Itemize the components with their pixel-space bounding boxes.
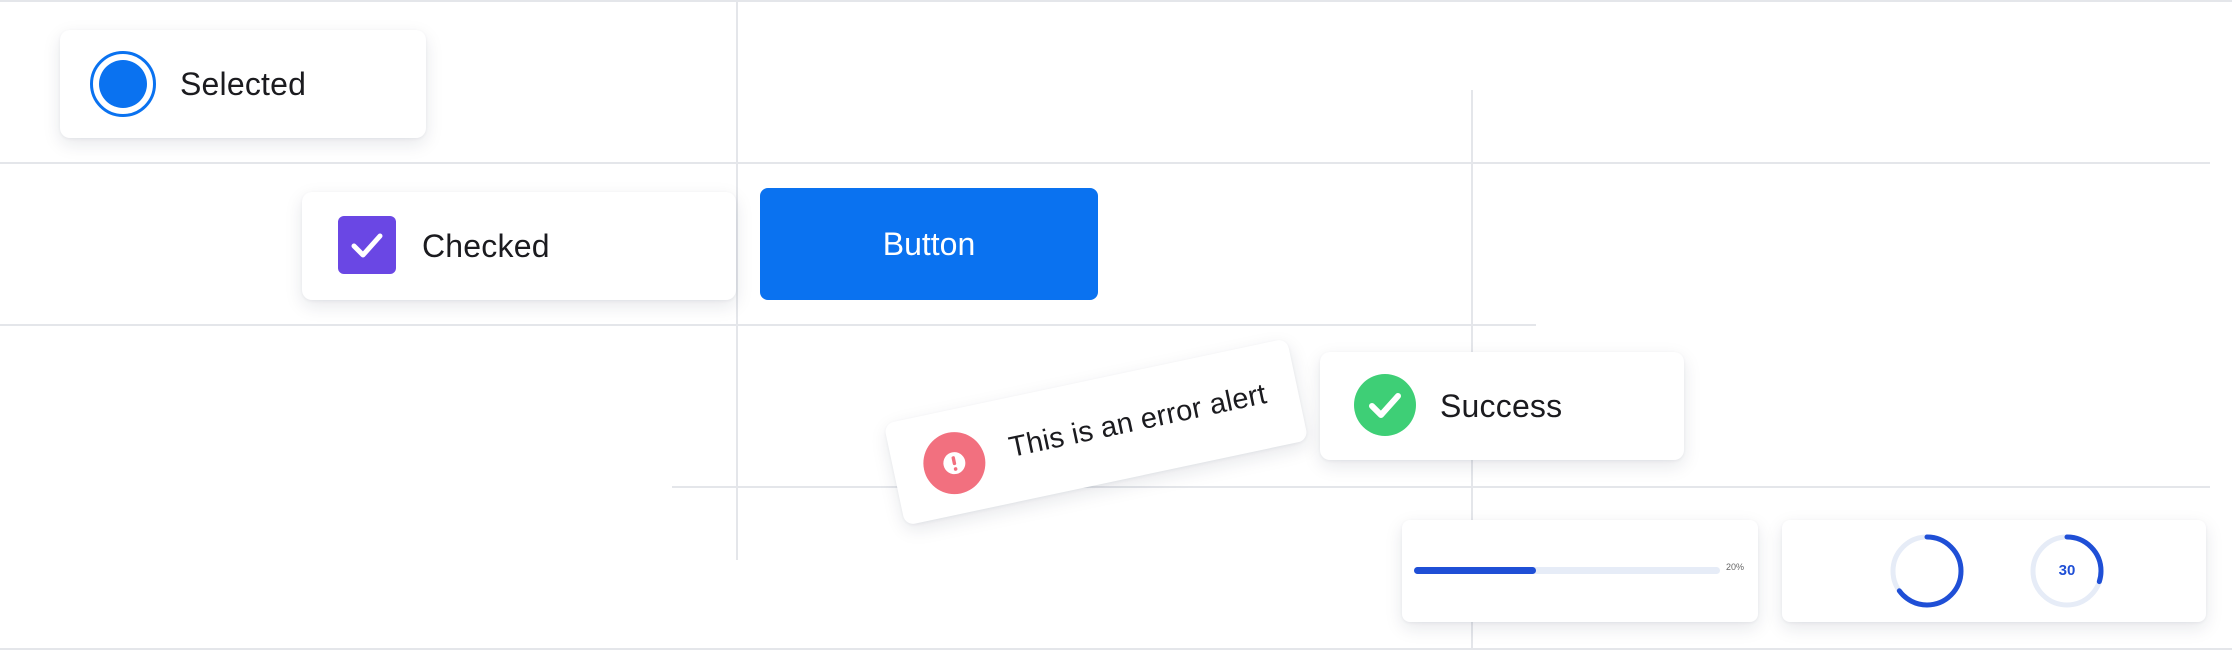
checkbox-option[interactable]: Checked xyxy=(302,192,736,300)
grid-line xyxy=(0,648,2232,650)
radio-selected-icon[interactable] xyxy=(90,51,156,117)
radio-dot xyxy=(99,60,147,108)
grid-line xyxy=(736,0,738,560)
checkbox-checked-icon[interactable] xyxy=(338,216,396,274)
exclamation-icon xyxy=(917,426,992,500)
error-alert: This is an error alert xyxy=(883,338,1309,526)
checkbox-label: Checked xyxy=(422,228,550,264)
radio-label: Selected xyxy=(180,66,307,102)
progress-label: 20% xyxy=(1726,562,1745,572)
circular-progress-card: 30 xyxy=(1782,520,2206,622)
progress-track xyxy=(1414,567,1720,574)
grid-line xyxy=(0,162,2210,164)
radio-option[interactable]: Selected xyxy=(60,30,426,138)
circular-progress-label: 30 xyxy=(2058,562,2076,579)
grid-line xyxy=(0,324,1536,326)
circular-spinner xyxy=(1890,534,1964,608)
check-circle-icon xyxy=(1354,374,1416,436)
error-alert-text: This is an error alert xyxy=(1006,378,1270,464)
success-alert-text: Success xyxy=(1440,388,1563,424)
linear-progress-card: 20% xyxy=(1402,520,1758,622)
success-alert: Success xyxy=(1320,352,1684,460)
primary-button[interactable]: Button xyxy=(760,188,1098,300)
progress-fill xyxy=(1414,567,1537,574)
grid-line xyxy=(0,0,2232,2)
checkmark-icon xyxy=(351,233,383,258)
canvas: Selected Checked Button This is an error… xyxy=(0,0,2232,668)
